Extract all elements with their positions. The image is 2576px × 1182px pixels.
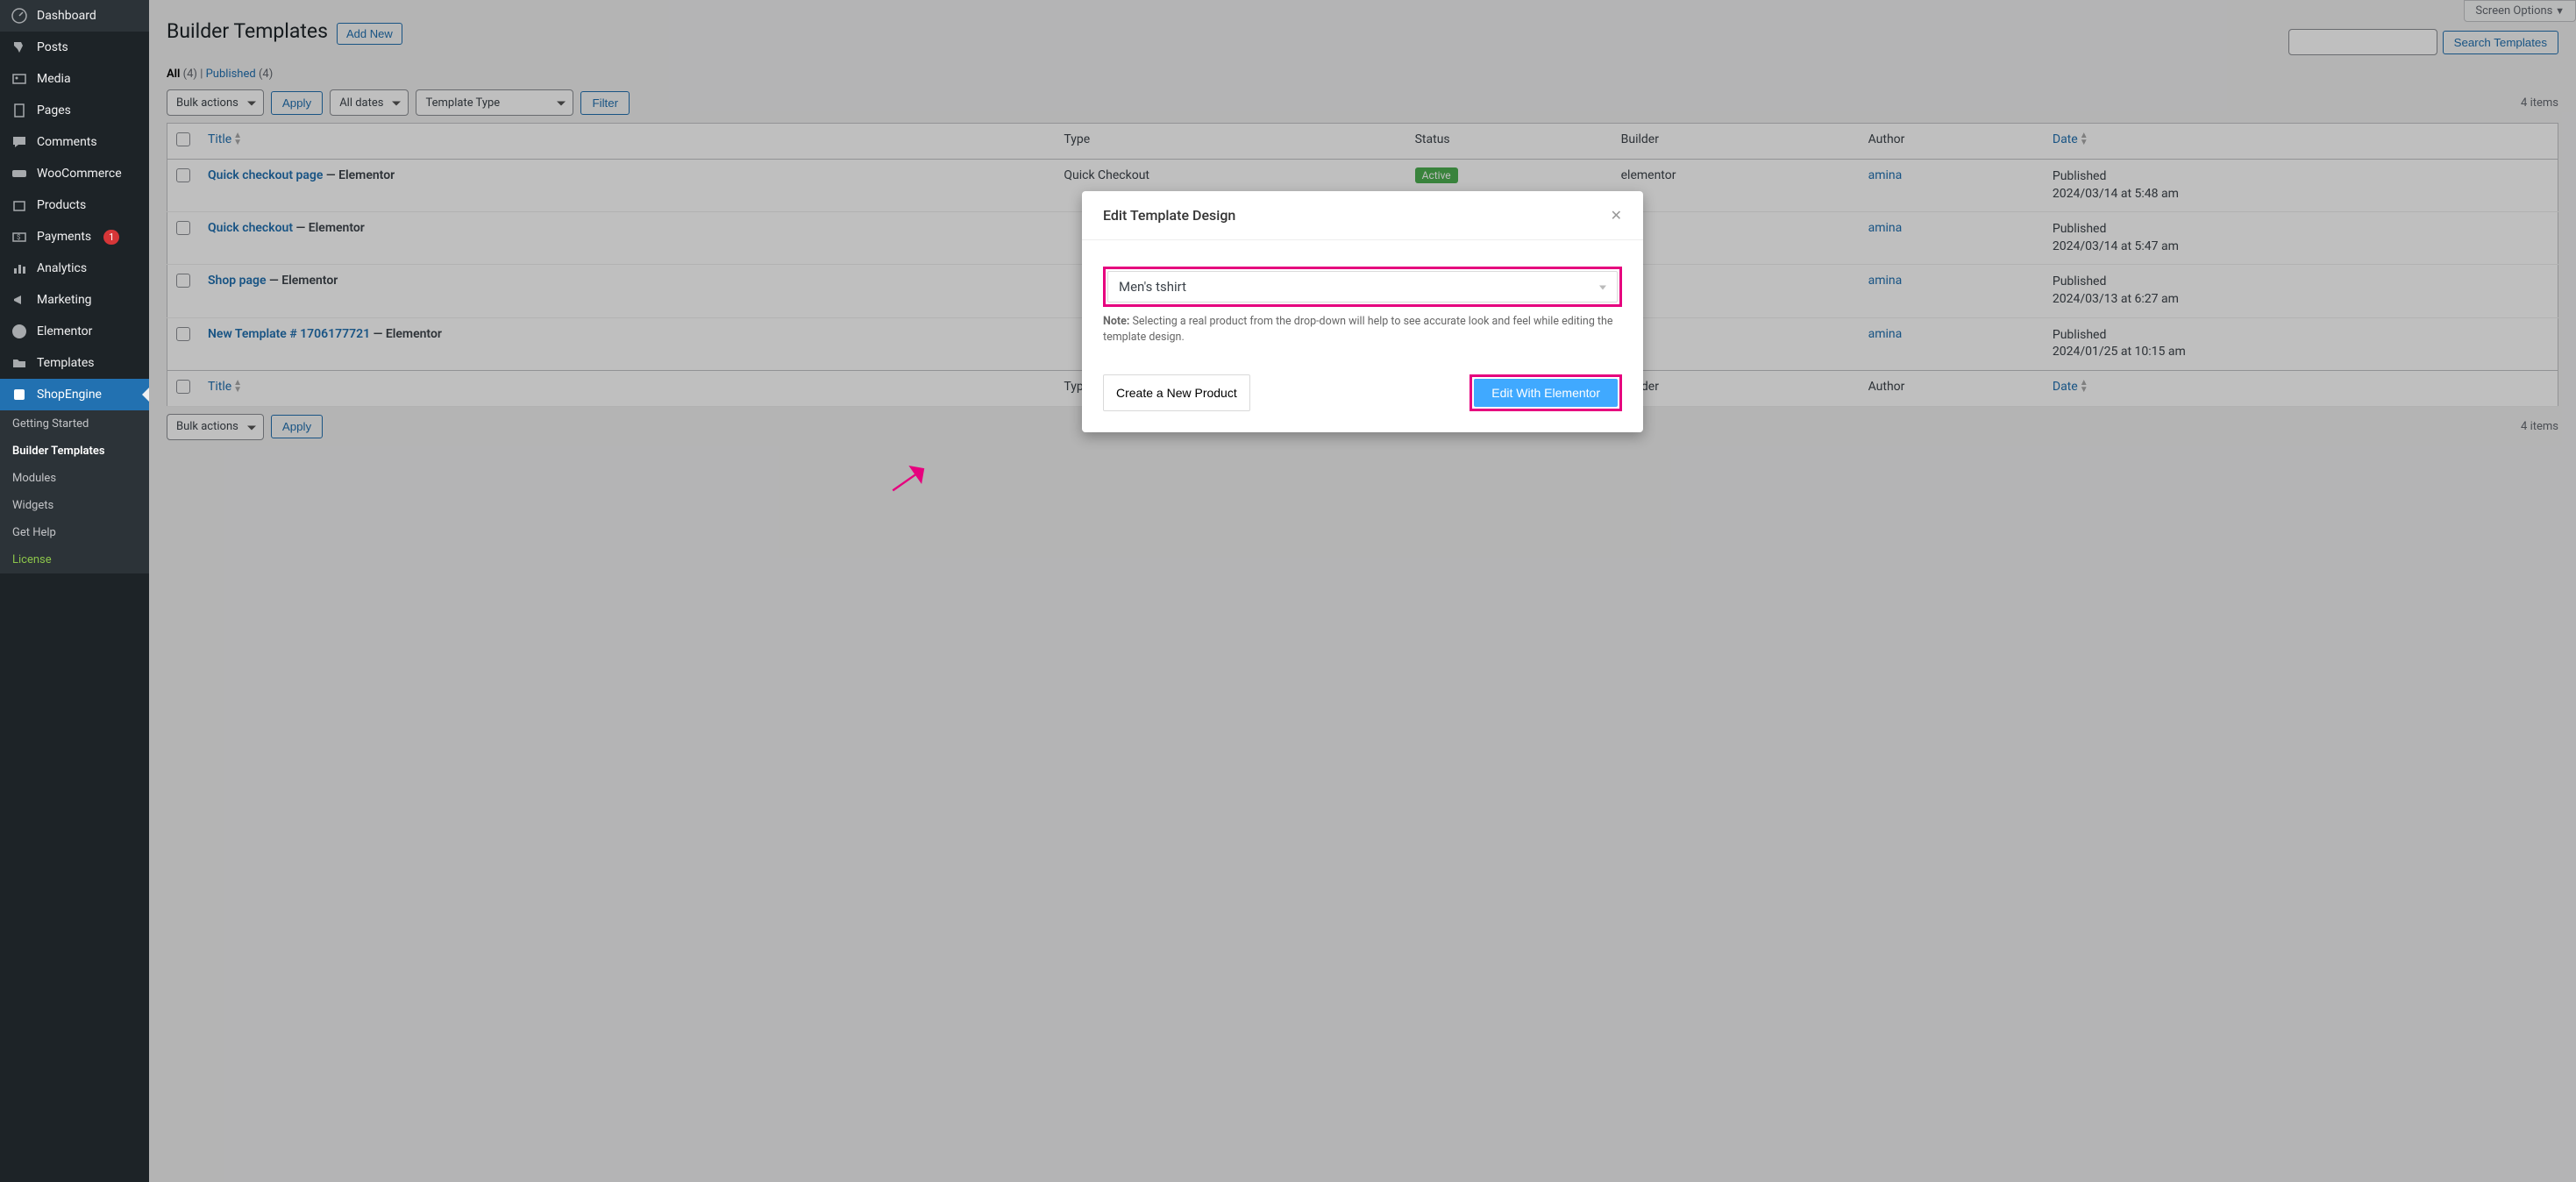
sidebar-item-templates[interactable]: Templates [0, 347, 149, 379]
modal-overlay[interactable] [149, 0, 2576, 1182]
woo-icon [11, 165, 28, 182]
sidebar-label: Elementor [37, 324, 92, 338]
sidebar-label: Marketing [37, 293, 92, 307]
sidebar-sub-widgets[interactable]: Widgets [0, 492, 149, 519]
sidebar-sub-modules[interactable]: Modules [0, 465, 149, 492]
sidebar-item-marketing[interactable]: Marketing [0, 284, 149, 316]
sidebar-label: Templates [37, 356, 95, 370]
notification-badge: 1 [103, 230, 119, 245]
media-icon [11, 70, 28, 88]
sidebar-item-woocommerce[interactable]: WooCommerce [0, 158, 149, 189]
modal-title: Edit Template Design [1103, 207, 1235, 224]
sidebar-item-posts[interactable]: Posts [0, 32, 149, 63]
edit-with-elementor-button[interactable]: Edit With Elementor [1474, 379, 1618, 407]
svg-text:$: $ [17, 233, 21, 241]
admin-sidebar: Dashboard Posts Media Pages Comments Woo… [0, 0, 149, 1182]
sidebar-item-analytics[interactable]: Analytics [0, 253, 149, 284]
sidebar-item-payments[interactable]: $ Payments 1 [0, 221, 149, 253]
sidebar-label: ShopEngine [37, 388, 102, 402]
sidebar-item-products[interactable]: Products [0, 189, 149, 221]
sidebar-sub-builder-templates[interactable]: Builder Templates [0, 438, 149, 465]
sidebar-label: Media [37, 72, 71, 86]
sidebar-label: Analytics [37, 261, 87, 275]
sidebar-label: Dashboard [37, 9, 96, 23]
sidebar-label: Payments [37, 230, 91, 244]
sidebar-label: WooCommerce [37, 167, 122, 181]
sidebar-sub-license[interactable]: License [0, 546, 149, 573]
main-content: Screen Options Builder Templates Add New… [149, 0, 2576, 1182]
products-icon [11, 196, 28, 214]
sidebar-item-dashboard[interactable]: Dashboard [0, 0, 149, 32]
sidebar-item-pages[interactable]: Pages [0, 95, 149, 126]
pin-icon [11, 39, 28, 56]
annotation-highlight: Edit With Elementor [1469, 374, 1622, 411]
edit-template-modal: Edit Template Design ✕ Men's tshirt Note… [1082, 191, 1643, 432]
comments-icon [11, 133, 28, 151]
sidebar-sub-getting-started[interactable]: Getting Started [0, 410, 149, 438]
pages-icon [11, 102, 28, 119]
sidebar-item-media[interactable]: Media [0, 63, 149, 95]
active-arrow-icon [142, 388, 149, 402]
dashboard-icon [11, 7, 28, 25]
product-select[interactable]: Men's tshirt [1107, 271, 1618, 303]
close-icon[interactable]: ✕ [1611, 207, 1622, 224]
shopengine-icon [11, 386, 28, 403]
annotation-highlight: Men's tshirt [1103, 267, 1622, 307]
note-text: Note: Selecting a real product from the … [1103, 314, 1622, 345]
sidebar-item-comments[interactable]: Comments [0, 126, 149, 158]
analytics-icon [11, 260, 28, 277]
sidebar-label: Posts [37, 40, 68, 54]
megaphone-icon [11, 291, 28, 309]
payments-icon: $ [11, 228, 28, 246]
sidebar-item-elementor[interactable]: Elementor [0, 316, 149, 347]
sidebar-label: Products [37, 198, 86, 212]
sidebar-label: Pages [37, 103, 71, 117]
create-new-product-button[interactable]: Create a New Product [1103, 374, 1250, 411]
sidebar-item-shopengine[interactable]: ShopEngine [0, 379, 149, 410]
elementor-icon [11, 323, 28, 340]
sidebar-label: Comments [37, 135, 97, 149]
sidebar-sub-get-help[interactable]: Get Help [0, 519, 149, 546]
folder-icon [11, 354, 28, 372]
